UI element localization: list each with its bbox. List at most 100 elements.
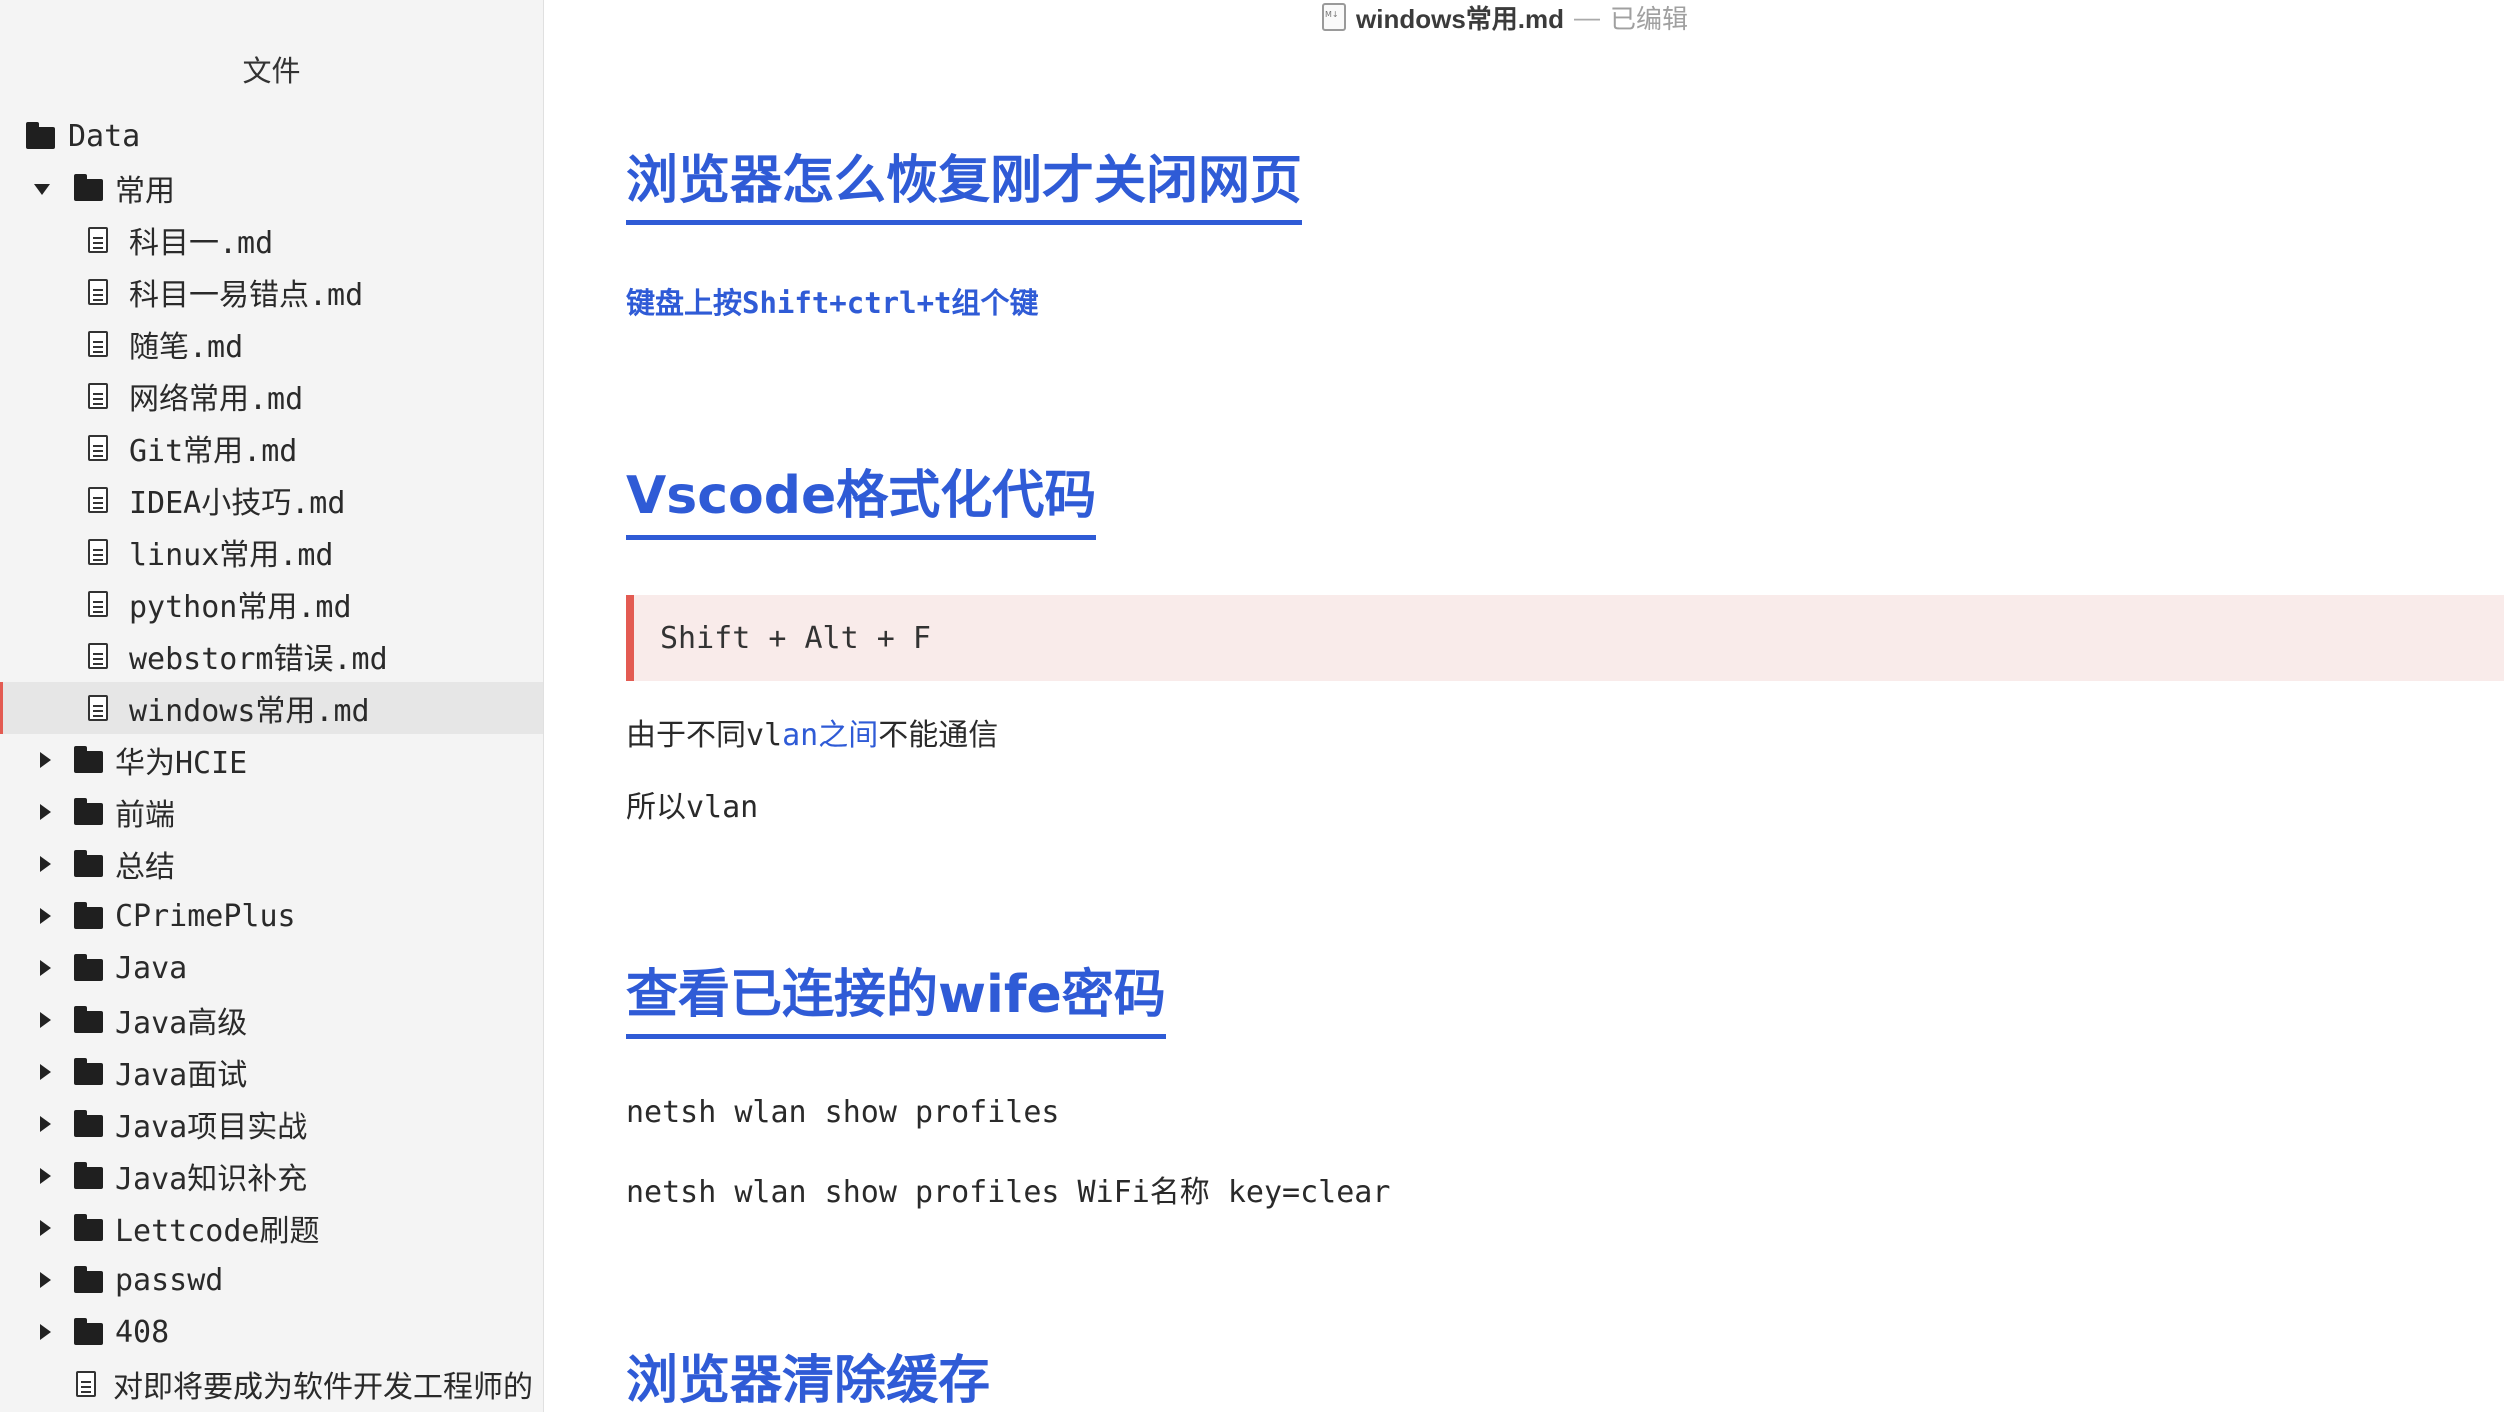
tree-file-item[interactable]: windows常用.md bbox=[0, 682, 543, 734]
tree-folder-item[interactable]: Java知识补充 bbox=[0, 1150, 543, 1202]
tree-item-label: windows常用.md bbox=[129, 694, 370, 729]
tree-file-item[interactable]: linux常用.md bbox=[0, 526, 543, 578]
file-sidebar: 文件 Data 常用科目一.md 科目一易错点.md 随笔.md 网络常用.md Git常… bbox=[0, 0, 544, 1412]
window-title-separator: — bbox=[1574, 1, 1601, 32]
file-icon bbox=[88, 539, 108, 565]
chevron-right-icon[interactable] bbox=[40, 908, 51, 924]
tree-folder-item[interactable]: Java bbox=[0, 942, 543, 994]
folder-icon bbox=[74, 1110, 103, 1137]
file-icon bbox=[88, 591, 108, 617]
tree-item-label: Java高级 bbox=[115, 1006, 248, 1041]
paragraph-vlan-part3: 不能通信 bbox=[878, 718, 999, 753]
tree-file-item[interactable]: Git常用.md bbox=[0, 422, 543, 474]
file-icon bbox=[88, 487, 108, 513]
tree-file-item[interactable]: 科目一.md bbox=[0, 214, 543, 266]
sidebar-title: 文件 bbox=[242, 54, 301, 88]
tree-folder-item[interactable]: 常用 bbox=[0, 162, 543, 214]
chevron-right-icon[interactable] bbox=[40, 856, 51, 872]
paragraph-vlan: 由于不同vlan之间不能通信 bbox=[626, 710, 998, 754]
paragraph-vlan-part1: 由于不同vl bbox=[626, 718, 783, 753]
tree-item-label: 科目一易错点.md bbox=[129, 278, 364, 313]
tree-folder-item[interactable]: Data bbox=[0, 110, 543, 162]
file-icon bbox=[88, 435, 108, 461]
chevron-right-icon[interactable] bbox=[40, 1064, 51, 1080]
folder-icon bbox=[74, 1318, 103, 1345]
heading-restore-tab: 浏览器怎么恢复刚才关闭网页 bbox=[626, 151, 1303, 225]
markdown-file-icon bbox=[1322, 3, 1346, 31]
paragraph-vlan-highlight: an之间 bbox=[782, 718, 879, 753]
tree-item-label: 随笔.md bbox=[129, 330, 244, 365]
folder-icon bbox=[74, 1266, 103, 1293]
tree-folder-item[interactable]: Java项目实战 bbox=[0, 1098, 543, 1150]
tree-item-label: Java项目实战 bbox=[115, 1110, 308, 1145]
tree-item-label: Java知识补充 bbox=[115, 1162, 308, 1197]
folder-icon bbox=[74, 746, 103, 773]
tree-item-label: IDEA小技巧.md bbox=[129, 486, 346, 521]
tree-file-item[interactable]: python常用.md bbox=[0, 578, 543, 630]
tree-item-label: 前端 bbox=[115, 798, 175, 833]
paragraph-so-vlan: 所以vlan bbox=[626, 790, 759, 825]
chevron-right-icon[interactable] bbox=[40, 1272, 51, 1288]
tree-file-item[interactable]: 网络常用.md bbox=[0, 370, 543, 422]
editor-pane[interactable]: 浏览器怎么恢复刚才关闭网页 键盘上按Shift+ctrl+t组个键 Vscode… bbox=[544, 34, 2504, 1412]
folder-icon bbox=[74, 174, 103, 201]
chevron-right-icon[interactable] bbox=[40, 1116, 51, 1132]
folder-icon bbox=[74, 1058, 103, 1085]
tree-item-label: 对即将要成为软件开发工程师的 bbox=[113, 1370, 533, 1405]
chevron-right-icon[interactable] bbox=[40, 960, 51, 976]
paragraph-netsh-1: netsh wlan show profiles bbox=[626, 1095, 1060, 1130]
tree-folder-item[interactable]: 总结 bbox=[0, 838, 543, 890]
shortcut-bold-text: 键盘上按Shift+ctrl+t组个键 bbox=[626, 286, 1039, 320]
tree-item-label: 常用 bbox=[115, 174, 175, 209]
tree-file-item[interactable]: 对即将要成为软件开发工程师的 bbox=[0, 1358, 543, 1410]
tree-file-item[interactable]: 随笔.md bbox=[0, 318, 543, 370]
window-title: windows常用.md — 已编辑 bbox=[1322, 0, 1688, 34]
tree-folder-item[interactable]: CPrimePlus bbox=[0, 890, 543, 942]
file-icon bbox=[88, 279, 108, 305]
tree-item-label: 网络常用.md bbox=[129, 382, 304, 417]
folder-icon bbox=[74, 850, 103, 877]
code-text: Shift + Alt + F bbox=[660, 620, 931, 656]
chevron-down-icon[interactable] bbox=[34, 184, 50, 195]
chevron-right-icon[interactable] bbox=[40, 1324, 51, 1340]
tree-file-item[interactable]: 科目一易错点.md bbox=[0, 266, 543, 318]
tree-item-label: 科目一.md bbox=[129, 226, 274, 261]
folder-icon bbox=[74, 1214, 103, 1241]
file-icon bbox=[88, 383, 108, 409]
chevron-right-icon[interactable] bbox=[40, 752, 51, 768]
edited-status: 已编辑 bbox=[1610, 3, 1689, 34]
tree-item-label: Java面试 bbox=[115, 1058, 248, 1093]
tree-folder-item[interactable]: 前端 bbox=[0, 786, 543, 838]
tree-file-item[interactable]: IDEA小技巧.md bbox=[0, 474, 543, 526]
tree-item-label: Git常用.md bbox=[129, 434, 298, 469]
tree-item-label: python常用.md bbox=[129, 590, 352, 625]
tree-folder-item[interactable]: 华为HCIE bbox=[0, 734, 543, 786]
tree-item-label: 总结 bbox=[115, 850, 175, 885]
folder-icon bbox=[74, 954, 103, 981]
window-file-name: windows常用.md bbox=[1356, 3, 1565, 34]
tree-item-label: 408 bbox=[115, 1314, 170, 1350]
tree-folder-item[interactable]: Java高级 bbox=[0, 994, 543, 1046]
file-icon bbox=[88, 227, 108, 253]
tree-folder-item[interactable]: passwd bbox=[0, 1254, 543, 1306]
folder-icon bbox=[74, 902, 103, 929]
heading-wifi-password: 查看已连接的wife密码 bbox=[626, 965, 1166, 1039]
file-icon bbox=[76, 1371, 96, 1397]
heading-clear-cache: 浏览器清除缓存 bbox=[626, 1351, 990, 1412]
tree-item-label: 华为HCIE bbox=[115, 746, 248, 781]
tree-folder-item[interactable]: Lettcode刷题 bbox=[0, 1202, 543, 1254]
chevron-right-icon[interactable] bbox=[40, 1168, 51, 1184]
tree-file-item[interactable]: webstorm错误.md bbox=[0, 630, 543, 682]
tree-item-label: Data bbox=[68, 118, 141, 154]
tree-folder-item[interactable]: Java面试 bbox=[0, 1046, 543, 1098]
chevron-right-icon[interactable] bbox=[40, 804, 51, 820]
tree-item-label: Java bbox=[115, 950, 188, 986]
tree-item-label: Lettcode刷题 bbox=[115, 1214, 320, 1249]
folder-icon bbox=[26, 122, 55, 149]
folder-icon bbox=[74, 1162, 103, 1189]
tree-folder-item[interactable]: 408 bbox=[0, 1306, 543, 1358]
chevron-right-icon[interactable] bbox=[40, 1012, 51, 1028]
tree-item-label: CPrimePlus bbox=[115, 898, 296, 934]
paragraph-netsh-2: netsh wlan show profiles WiFi名称 key=clea… bbox=[626, 1175, 1391, 1210]
chevron-right-icon[interactable] bbox=[40, 1220, 51, 1236]
